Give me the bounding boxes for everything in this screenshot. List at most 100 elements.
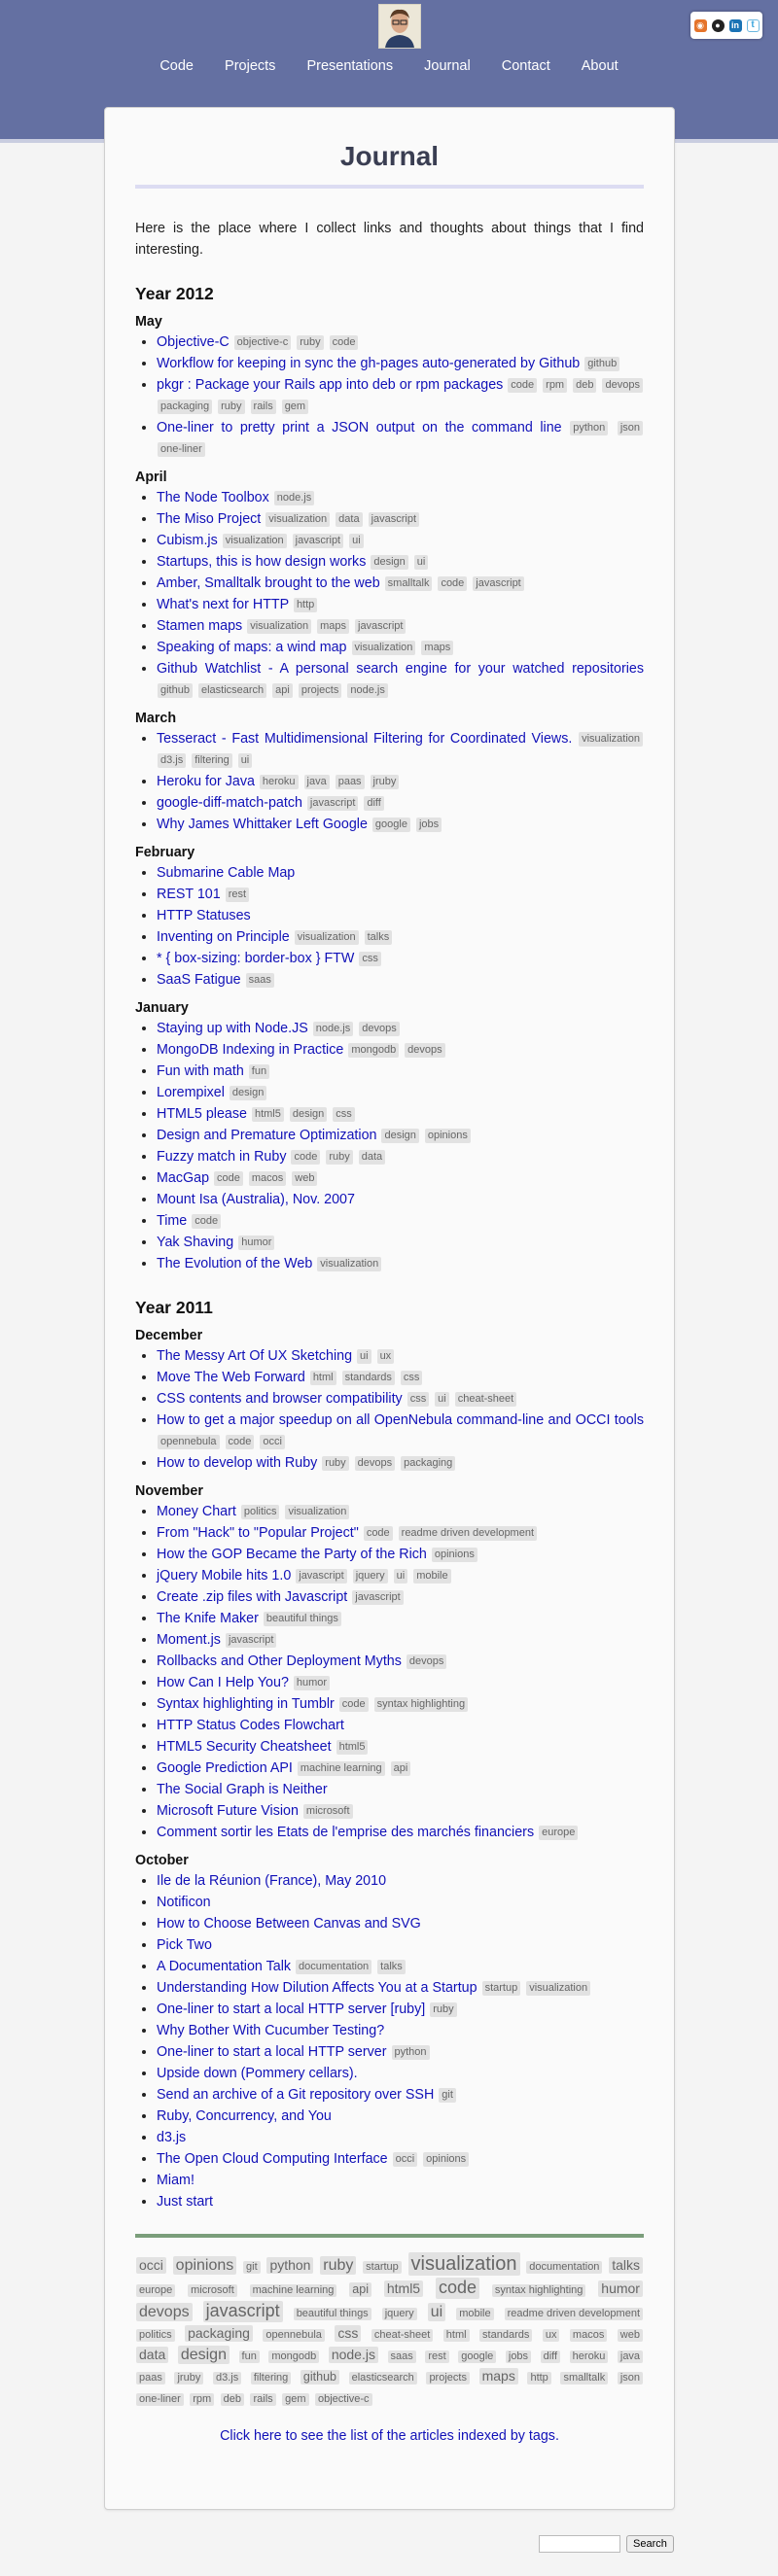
tag-badge[interactable]: node.js [273,491,315,505]
tag-badge[interactable]: devops [406,1654,447,1669]
tag-cloud-item[interactable]: mobile [456,2308,494,2321]
article-link[interactable]: Moment.js [157,1632,221,1648]
tag-cloud-item[interactable]: http [527,2372,551,2385]
article-link[interactable]: MongoDB Indexing in Practice [157,1042,343,1058]
article-link[interactable]: The Social Graph is Neither [157,1782,328,1797]
tag-badge[interactable]: fun [248,1064,270,1079]
tag-badge[interactable]: github [584,357,620,371]
article-link[interactable]: How to get a major speedup on all OpenNe… [157,1412,644,1428]
article-link[interactable]: Fun with math [157,1063,244,1079]
tag-badge[interactable]: javascript [352,1590,404,1605]
article-link[interactable]: Stamen maps [157,618,242,634]
tag-badge[interactable]: html5 [251,1107,284,1122]
tag-badge[interactable]: d3.js [158,753,187,768]
tag-badge[interactable]: design [381,1129,419,1143]
tag-cloud-item[interactable]: visualization [407,2252,520,2276]
article-link[interactable]: Cubism.js [157,533,218,548]
tag-badge[interactable]: github [158,683,193,698]
tag-badge[interactable]: javascript [306,796,359,811]
article-link[interactable]: Tesseract - Fast Multidimensional Filter… [157,731,572,747]
tag-badge[interactable]: javascript [292,534,344,548]
tag-cloud-item[interactable]: standards [479,2329,533,2343]
article-link[interactable]: From "Hack" to "Popular Project" [157,1525,359,1541]
article-link[interactable]: Just start [157,2194,213,2210]
tag-badge[interactable]: opinions [431,1548,477,1562]
tag-badge[interactable]: devops [354,1456,396,1471]
tag-badge[interactable]: ruby [430,2002,457,2017]
tag-badge[interactable]: heroku [259,775,299,789]
article-link[interactable]: HTML5 please [157,1106,247,1122]
article-link[interactable]: SaaS Fatigue [157,972,241,988]
article-link[interactable]: How to develop with Ruby [157,1455,317,1471]
tag-cloud-item[interactable]: mongodb [268,2350,320,2364]
tag-cloud-item[interactable]: smalltalk [560,2372,609,2385]
github-icon[interactable]: ● [711,18,725,32]
tag-badge[interactable]: politics [240,1505,280,1519]
tag-cloud-item[interactable]: deb [220,2393,245,2407]
article-link[interactable]: Time [157,1213,187,1229]
tag-badge[interactable]: readme driven development [398,1526,538,1541]
tag-badge[interactable]: data [358,1150,386,1165]
article-link[interactable]: One-liner to start a local HTTP server [157,2044,387,2060]
article-link[interactable]: Ile de la Réunion (France), May 2010 [157,1873,386,1889]
tag-badge[interactable]: css [333,1107,355,1122]
tag-cloud-item[interactable]: elasticsearch [348,2372,417,2385]
tag-badge[interactable]: data [336,512,363,527]
article-link[interactable]: Mount Isa (Australia), Nov. 2007 [157,1192,355,1207]
tag-badge[interactable]: code [329,335,359,350]
article-link[interactable]: How the GOP Became the Party of the Rich [157,1547,427,1562]
tag-badge[interactable]: beautiful things [263,1612,341,1626]
tag-badge[interactable]: opinions [423,2152,470,2167]
article-link[interactable]: Amber, Smalltalk brought to the web [157,575,380,591]
tag-cloud-item[interactable]: design [177,2346,230,2365]
tag-badge[interactable]: python [570,421,609,435]
tag-cloud-item[interactable]: filtering [250,2372,292,2385]
tag-badge[interactable]: visualization [247,619,312,634]
tag-badge[interactable]: devops [602,378,643,393]
tag-badge[interactable]: rest [225,888,250,902]
tag-cloud-item[interactable]: heroku [569,2350,609,2364]
tag-badge[interactable]: json [617,421,643,435]
tag-cloud-item[interactable]: packaging [185,2325,253,2342]
article-link[interactable]: Understanding How Dilution Affects You a… [157,1980,477,1996]
tag-badge[interactable]: visualization [222,534,287,548]
tag-cloud-item[interactable]: d3.js [212,2372,242,2385]
tag-cloud-item[interactable]: data [136,2347,169,2363]
tag-cloud-item[interactable]: jquery [381,2308,417,2321]
article-link[interactable]: Objective-C [157,334,230,350]
tag-badge[interactable]: html [309,1371,336,1385]
tag-cloud-item[interactable]: microsoft [188,2284,237,2298]
nav-projects[interactable]: Projects [225,58,275,74]
tag-badge[interactable]: http [293,598,318,612]
tag-cloud-item[interactable]: java [617,2350,644,2364]
article-link[interactable]: The Evolution of the Web [157,1256,312,1271]
tags-index-link[interactable]: Click here to see the list of the articl… [135,2428,644,2444]
tag-badge[interactable]: mongodb [348,1043,400,1058]
article-link[interactable]: Create .zip files with Javascript [157,1589,347,1605]
nav-code[interactable]: Code [159,58,194,74]
tag-badge[interactable]: ui [357,1349,371,1364]
tag-badge[interactable]: ruby [297,335,324,350]
tag-cloud-item[interactable]: readme driven development [504,2308,643,2321]
nav-journal[interactable]: Journal [424,58,471,74]
article-link[interactable]: The Miso Project [157,511,261,527]
tag-badge[interactable]: node.js [347,683,388,698]
article-link[interactable]: Google Prediction API [157,1760,293,1776]
tag-badge[interactable]: git [439,2088,456,2103]
tag-cloud-item[interactable]: europe [136,2284,176,2298]
tag-cloud-item[interactable]: opinions [172,2256,237,2276]
tag-badge[interactable]: google [371,818,410,832]
tag-badge[interactable]: elasticsearch [197,683,267,698]
tag-cloud-item[interactable]: occi [136,2257,166,2274]
nav-presentations[interactable]: Presentations [306,58,393,74]
search-button[interactable]: Search [626,2535,674,2553]
tag-badge[interactable]: ui [413,555,429,570]
tag-badge[interactable]: design [289,1107,328,1122]
tag-cloud-item[interactable]: google [458,2350,497,2364]
tag-badge[interactable]: visualization [579,732,643,747]
tag-badge[interactable]: microsoft [302,1804,353,1819]
tag-badge[interactable]: code [363,1526,393,1541]
tag-cloud-item[interactable]: ui [427,2303,446,2322]
tag-badge[interactable]: humor [293,1676,331,1690]
article-link[interactable]: Workflow for keeping in sync the gh-page… [157,356,580,371]
